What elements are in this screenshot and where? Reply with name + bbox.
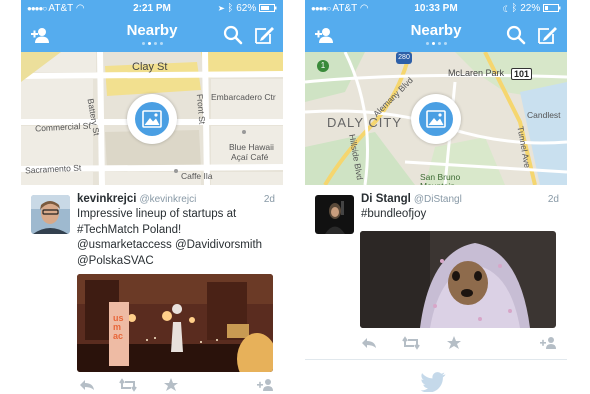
map-label: Açaí Café [231,152,269,162]
tweet-text: Impressive lineup of startups at #TechMa… [77,207,273,269]
tweet-mentions-line[interactable]: @usmarketaccess @Davidivorsmith [77,238,273,254]
map-label: Clay St [132,61,168,73]
highway-shield: 1 [317,60,329,72]
battery-icon [543,4,561,13]
phone-screen-left: ●●●●○ AT&T ◠ 2:21 PM ➤ ᛒ 62% Nearby Clay… [21,0,283,394]
map-label: Blue Hawaii [229,142,274,152]
nearby-map[interactable]: Clay St Commercial St Battery St Front S… [21,52,283,185]
map-poi [242,130,246,134]
map-label: San Bruno Mountain [420,172,461,186]
tweet-media-photo[interactable] [360,231,556,328]
battery-percent: 22% [520,3,541,14]
tweet-author-handle[interactable]: @DiStangl [414,194,462,205]
tweet-hashtag-line[interactable]: #TechMatch Poland! [77,223,273,239]
tweet-author-name[interactable]: kevinkrejci [77,193,136,205]
map-label: Caffe Ila [181,171,213,181]
photo-icon [426,109,446,128]
search-icon[interactable] [222,24,244,46]
compose-icon[interactable] [253,24,275,46]
battery-percent: 62% [236,3,257,14]
favorite-icon[interactable] [445,336,463,350]
map-location-pin[interactable] [411,93,461,144]
map-poi [174,169,178,173]
map-label: Daly City [327,115,402,130]
tweet-mention-line[interactable]: @PolskaSVAC [77,254,273,270]
tweet-card[interactable]: Di Stangl @DiStangl 2d #bundleofjoy [305,185,567,360]
follow-icon[interactable] [540,336,558,350]
phone-screen-right: ●●●●○ AT&T ◠ 10:33 PM ☾ ᛒ 22% Nearby McL… [305,0,567,394]
location-icon: ➤ [218,3,225,14]
map-label: Embarcadero Ctr [211,92,276,102]
tweet-time: 2d [263,194,275,205]
tweet-text-line: Impressive lineup of startups at [77,208,237,220]
photo-icon [142,109,162,128]
highway-shield: 280 [396,52,412,64]
search-icon[interactable] [505,24,527,46]
avatar[interactable] [315,195,354,234]
tweet-media-photo[interactable]: us mac [77,274,273,372]
map-location-pin[interactable] [127,93,177,144]
tweet-card[interactable]: kevinkrejci @kevinkrejci 2d Impressive li… [21,185,283,394]
nav-bar: Nearby [305,18,567,52]
bluetooth-icon: ᛒ [511,3,518,14]
retweet-icon[interactable] [402,336,420,350]
tweet-actions [21,378,283,394]
tweet-hashtag-line[interactable]: #bundleofjoy [361,207,557,223]
twitter-bird-icon [420,372,446,392]
tweet-author-handle[interactable]: @kevinkrejci [139,194,196,205]
battery-icon [259,4,277,13]
bluetooth-icon: ᛒ [227,3,234,14]
page-indicator [305,42,567,45]
map-label: Candlest [527,110,561,120]
moon-icon: ☾ [502,3,509,14]
tweet-actions [305,336,567,354]
status-bar: ●●●●○ AT&T ◠ 2:21 PM ➤ ᛒ 62% [21,0,283,18]
timeline-divider [305,359,567,360]
favorite-icon[interactable] [162,378,180,392]
media-banner-text: us mac [113,313,124,341]
nav-bar: Nearby [21,18,283,52]
reply-icon[interactable] [78,378,96,392]
avatar[interactable] [31,195,70,234]
nav-title: Nearby [410,22,462,39]
follow-icon[interactable] [257,378,275,392]
reply-icon[interactable] [360,336,378,350]
retweet-icon[interactable] [119,378,137,392]
tweet-author-name[interactable]: Di Stangl [361,193,411,205]
map-label: McLaren Park [448,68,505,78]
tweet-time: 2d [547,194,559,205]
nearby-map[interactable]: McLaren Park Daly City Alemany Blvd Hill… [305,52,567,185]
tweet-text: #bundleofjoy [361,207,557,223]
highway-shield: 101 [511,68,533,80]
status-bar: ●●●●○ AT&T ◠ 10:33 PM ☾ ᛒ 22% [305,0,567,18]
compose-icon[interactable] [536,24,558,46]
